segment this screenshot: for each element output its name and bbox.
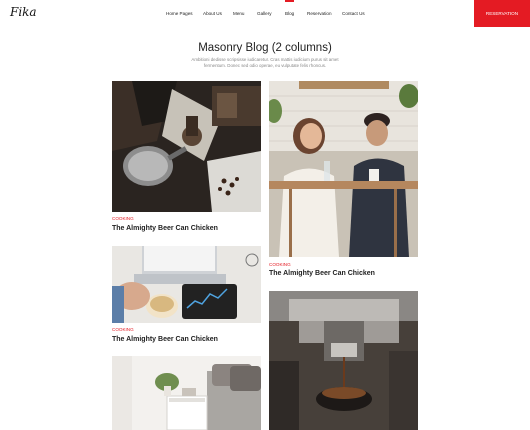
blog-card[interactable]	[269, 291, 418, 430]
nav-item-gallery[interactable]: Gallery	[257, 11, 272, 16]
post-image-living-room[interactable]	[112, 356, 261, 430]
post-category[interactable]: COOKING	[112, 327, 134, 332]
post-category[interactable]: COOKING	[269, 262, 291, 267]
reservation-button[interactable]: RESERVATION	[474, 0, 530, 27]
post-image-espresso-machine[interactable]	[269, 291, 418, 430]
post-title[interactable]: The Almighty Beer Can Chicken	[112, 336, 218, 343]
nav-item-contact-us[interactable]: Contact Us	[342, 11, 365, 16]
nav-item-home-pages[interactable]: Home Pages	[166, 11, 193, 16]
blog-card[interactable]: COOKING The Almighty Beer Can Chicken	[112, 246, 261, 343]
nav-item-about-us[interactable]: About Us	[203, 11, 222, 16]
nav-item-menu[interactable]: Menu	[233, 11, 245, 16]
main-nav: Home Pages About Us Menu Gallery Blog Re…	[0, 0, 530, 21]
post-title[interactable]: The Almighty Beer Can Chicken	[269, 270, 375, 277]
post-category[interactable]: COOKING	[112, 216, 134, 221]
nav-item-blog[interactable]: Blog	[285, 0, 295, 16]
blog-card[interactable]	[112, 356, 261, 430]
blog-card[interactable]: COOKING The Almighty Beer Can Chicken	[112, 81, 261, 232]
page-subtitle: Ambitioni dedisse scripsisse iudicaretur…	[191, 57, 339, 68]
post-title[interactable]: The Almighty Beer Can Chicken	[112, 225, 218, 232]
post-image-couple-cafe[interactable]	[269, 81, 418, 257]
blog-card[interactable]: COOKING The Almighty Beer Can Chicken	[269, 81, 418, 277]
post-image-laptop-tablet[interactable]	[112, 246, 261, 323]
nav-item-reservation[interactable]: Reservation	[307, 11, 332, 16]
post-image-coffee-flatlay[interactable]	[112, 81, 261, 212]
page-title: Masonry Blog (2 columns)	[198, 42, 332, 54]
top-bar: Fika Home Pages About Us Menu Gallery Bl…	[0, 0, 530, 27]
